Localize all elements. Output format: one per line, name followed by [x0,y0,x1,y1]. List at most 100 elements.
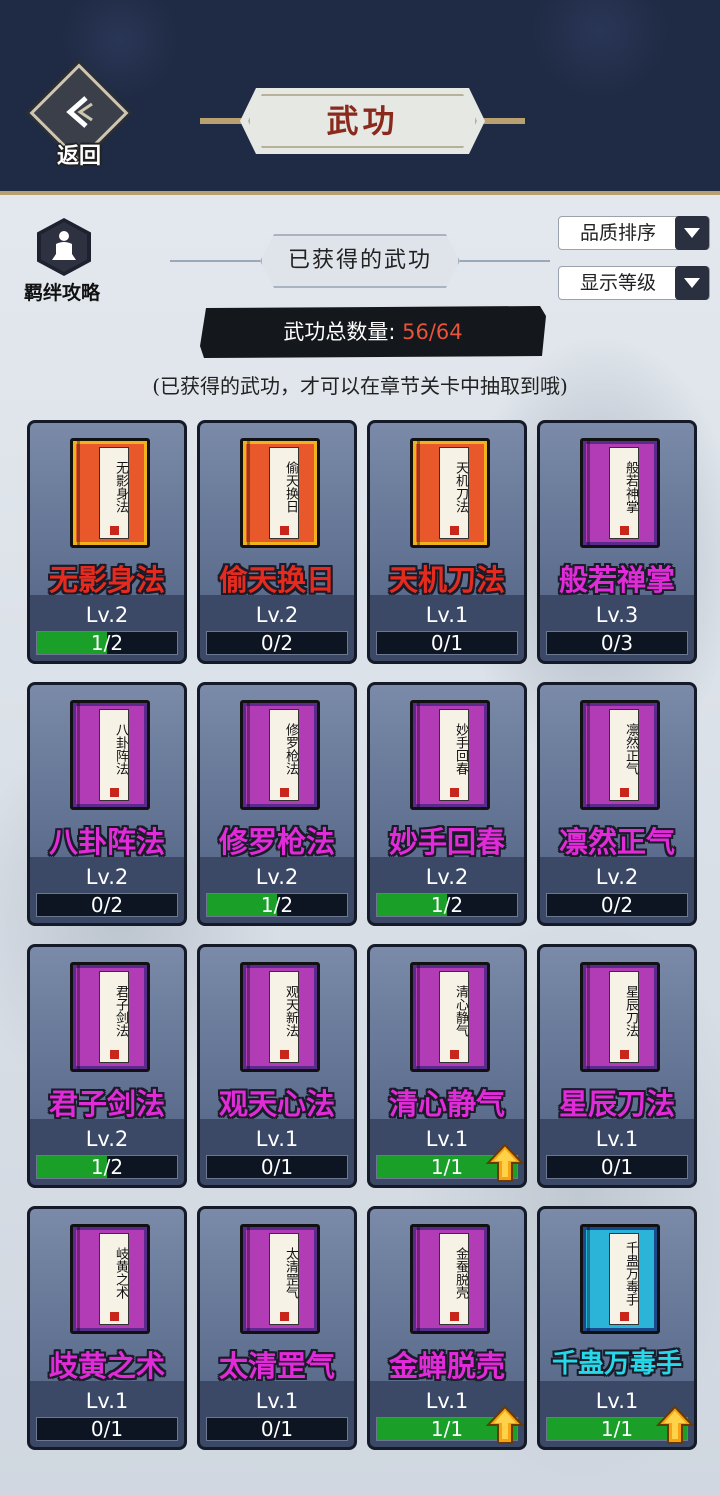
skill-card[interactable]: 偷天换日 偷天换日 Lv.2 0/2 [197,420,357,664]
red-seal-icon [280,788,289,797]
book-cover-label: 偷天换日 [269,447,299,539]
progress-text: 1/2 [260,893,294,917]
red-seal-icon [450,526,459,535]
book-spine [587,703,590,807]
red-seal-icon [450,1312,459,1321]
skill-name: 歧黄之术 [48,1349,165,1383]
book-cover-label: 天机刀法 [439,447,469,539]
book-cover-label: 太清罡气 [269,1233,299,1325]
skill-book-icon: 天机刀法 [410,438,490,548]
skill-level: Lv.1 [425,603,469,627]
back-arrow-icon [66,96,93,128]
progress-text: 1/2 [90,631,124,655]
book-cover-text: 观天新法 [283,985,298,1037]
progress-text: 1/2 [90,1155,124,1179]
upgrade-progress-bar: 0/2 [206,631,348,655]
upgrade-progress-bar: 0/1 [206,1417,348,1441]
book-cover-label: 无影身法 [99,447,129,539]
skill-book-icon: 修罗枪法 [240,700,320,810]
skill-count-label: 武功总数量: [283,320,396,344]
red-seal-icon [110,526,119,535]
skill-count-value: 56/64 [402,320,463,344]
skill-name: 妙手回春 [388,825,505,859]
book-cover-text: 君子剑法 [113,985,128,1037]
book-spine [247,441,250,545]
skill-level: Lv.1 [255,1389,299,1413]
skill-card[interactable]: 千蛊万毒手 千蛊万毒手 Lv.1 1/1 [537,1206,697,1450]
red-seal-icon [280,526,289,535]
level-display-label: 显示等级 [579,272,656,294]
skill-card[interactable]: 清心静气 清心静气 Lv.1 1/1 [367,944,527,1188]
progress-text: 0/1 [600,1155,634,1179]
skill-card[interactable]: 星辰刀法 星辰刀法 Lv.1 0/1 [537,944,697,1188]
skill-level: Lv.2 [425,865,469,889]
title-plate: 武功 [200,88,525,154]
skill-level: Lv.2 [255,865,299,889]
book-spine [417,703,420,807]
skill-name: 太清罡气 [218,1349,335,1383]
book-cover-text: 凛然正气 [623,723,638,775]
progress-text: 0/1 [430,631,464,655]
book-spine [247,1227,250,1331]
skill-card[interactable]: 君子剑法 君子剑法 Lv.2 1/2 [27,944,187,1188]
skill-name: 般若禅掌 [558,563,675,597]
book-spine [77,441,80,545]
skill-count: 武功总数量: 56/64 [200,306,546,358]
book-spine [417,1227,420,1331]
book-cover-label: 妙手回春 [439,709,469,801]
book-cover-text: 千蛊万毒手 [623,1240,638,1306]
book-cover-text: 星辰刀法 [623,985,638,1037]
skill-card[interactable]: 观天新法 观天心法 Lv.1 0/1 [197,944,357,1188]
skill-book-icon: 千蛊万毒手 [580,1224,660,1334]
section-line-right [458,260,550,262]
red-seal-icon [620,1312,629,1321]
skill-card[interactable]: 八卦阵法 八卦阵法 Lv.2 0/2 [27,682,187,926]
progress-text: 0/2 [600,893,634,917]
book-cover-label: 观天新法 [269,971,299,1063]
red-seal-icon [450,788,459,797]
bond-guide-label: 羁绊攻略 [23,282,100,304]
skill-card[interactable]: 岐黄之术 歧黄之术 Lv.1 0/1 [27,1206,187,1450]
upgrade-progress-bar: 0/3 [546,631,688,655]
skill-name: 八卦阵法 [48,825,165,859]
skill-card[interactable]: 金蚕脱壳 金蝉脱壳 Lv.1 1/1 [367,1206,527,1450]
progress-text: 0/2 [260,631,294,655]
upgrade-progress-bar: 1/2 [36,1155,178,1179]
quality-sort-dropdown[interactable]: 品质排序 [558,216,710,250]
upgrade-progress-bar: 0/1 [546,1155,688,1179]
red-seal-icon [110,1312,119,1321]
section-line-left [170,260,262,262]
red-seal-icon [620,788,629,797]
book-cover-label: 岐黄之术 [99,1233,129,1325]
upgrade-progress-bar: 0/1 [36,1417,178,1441]
skill-card[interactable]: 天机刀法 天机刀法 Lv.1 0/1 [367,420,527,664]
skill-card[interactable]: 太清罡气 太清罡气 Lv.1 0/1 [197,1206,357,1450]
skill-card[interactable]: 无影身法 无影身法 Lv.2 1/2 [27,420,187,664]
level-display-dropdown[interactable]: 显示等级 [558,266,710,300]
red-seal-icon [620,526,629,535]
book-cover-label: 星辰刀法 [609,971,639,1063]
skill-name: 无影身法 [48,563,165,597]
book-cover-label: 清心静气 [439,971,469,1063]
back-button[interactable]: 返回 [29,63,129,170]
skill-card[interactable]: 凛然正气 凛然正气 Lv.2 0/2 [537,682,697,926]
progress-text: 0/1 [90,1417,124,1441]
skill-book-icon: 无影身法 [70,438,150,548]
progress-text: 0/2 [90,893,124,917]
skill-card[interactable]: 般若神掌 般若禅掌 Lv.3 0/3 [537,420,697,664]
bond-guide-button[interactable]: 羁绊攻略 [12,218,112,308]
skill-card[interactable]: 妙手回春 妙手回春 Lv.2 1/2 [367,682,527,926]
red-seal-icon [620,1050,629,1059]
book-cover-label: 般若神掌 [609,447,639,539]
book-cover-text: 天机刀法 [453,461,468,513]
skill-name: 金蝉脱壳 [388,1349,505,1383]
book-cover-text: 金蚕脱壳 [453,1247,468,1299]
skill-level: Lv.2 [85,865,129,889]
upgrade-progress-bar: 0/2 [36,893,178,917]
book-cover-text: 偷天换日 [283,461,298,513]
skill-name: 君子剑法 [48,1087,165,1121]
book-cover-text: 清心静气 [453,985,468,1037]
book-cover-label: 君子剑法 [99,971,129,1063]
skill-card[interactable]: 修罗枪法 修罗枪法 Lv.2 1/2 [197,682,357,926]
page-title: 武功 [326,102,399,140]
